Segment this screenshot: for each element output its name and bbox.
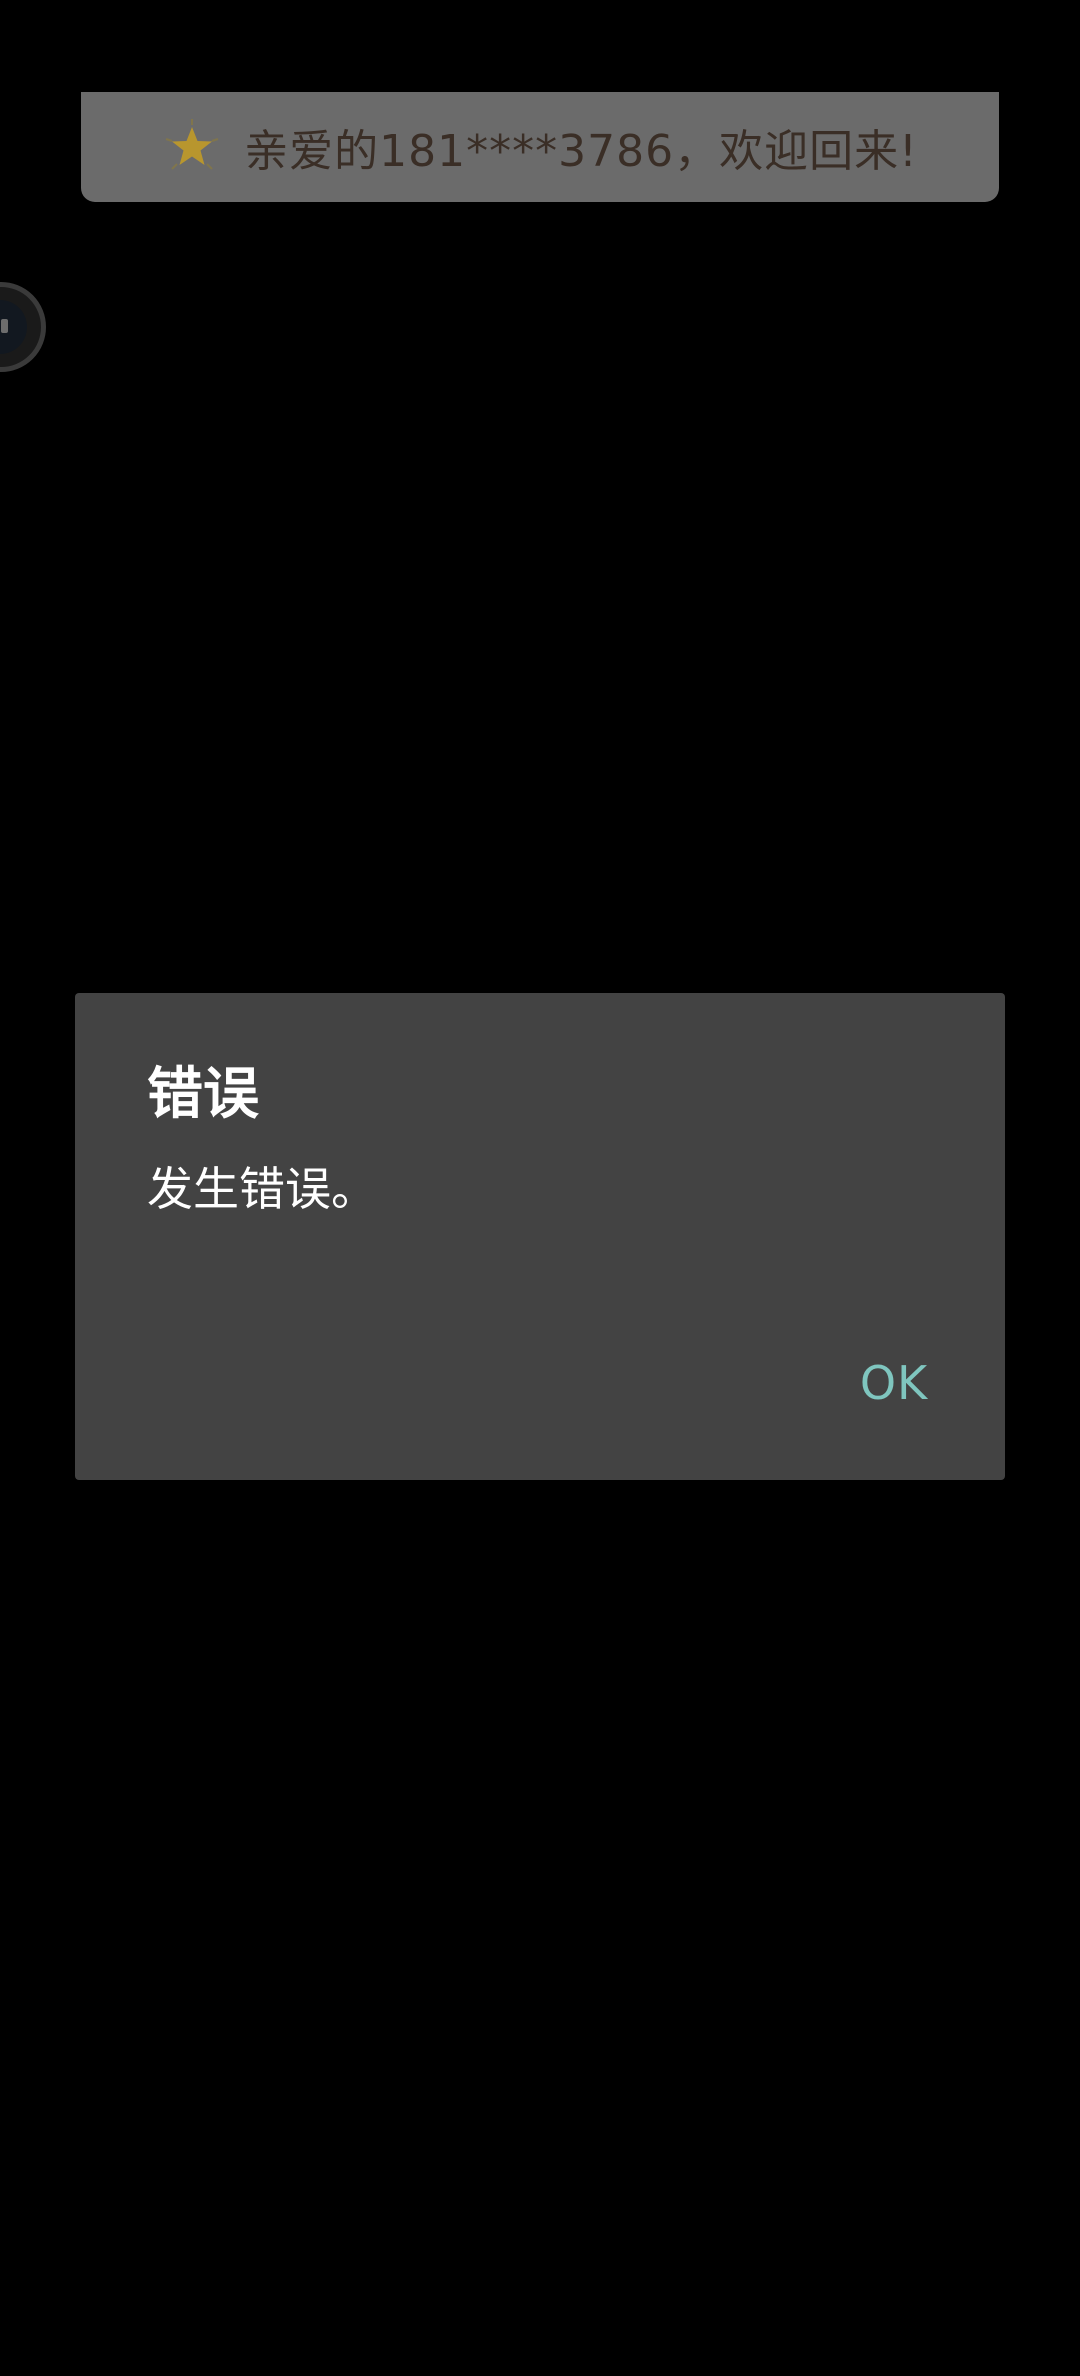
chat-bubble-icon xyxy=(0,300,27,354)
ok-button[interactable]: OK xyxy=(839,1343,949,1423)
welcome-message: 亲爱的181****3786，欢迎回来! xyxy=(244,126,918,177)
welcome-toast: 亲爱的181****3786，欢迎回来! xyxy=(81,92,999,202)
dialog-message: 发生错误。 xyxy=(147,1162,377,1216)
screen: 亲爱的181****3786，欢迎回来! 错误 发生错误。 OK xyxy=(0,0,1080,2376)
error-dialog: 错误 发生错误。 OK xyxy=(75,993,1005,1480)
floating-chat-button[interactable] xyxy=(0,282,46,372)
dialog-title: 错误 xyxy=(147,1062,259,1127)
star-icon xyxy=(162,117,222,177)
